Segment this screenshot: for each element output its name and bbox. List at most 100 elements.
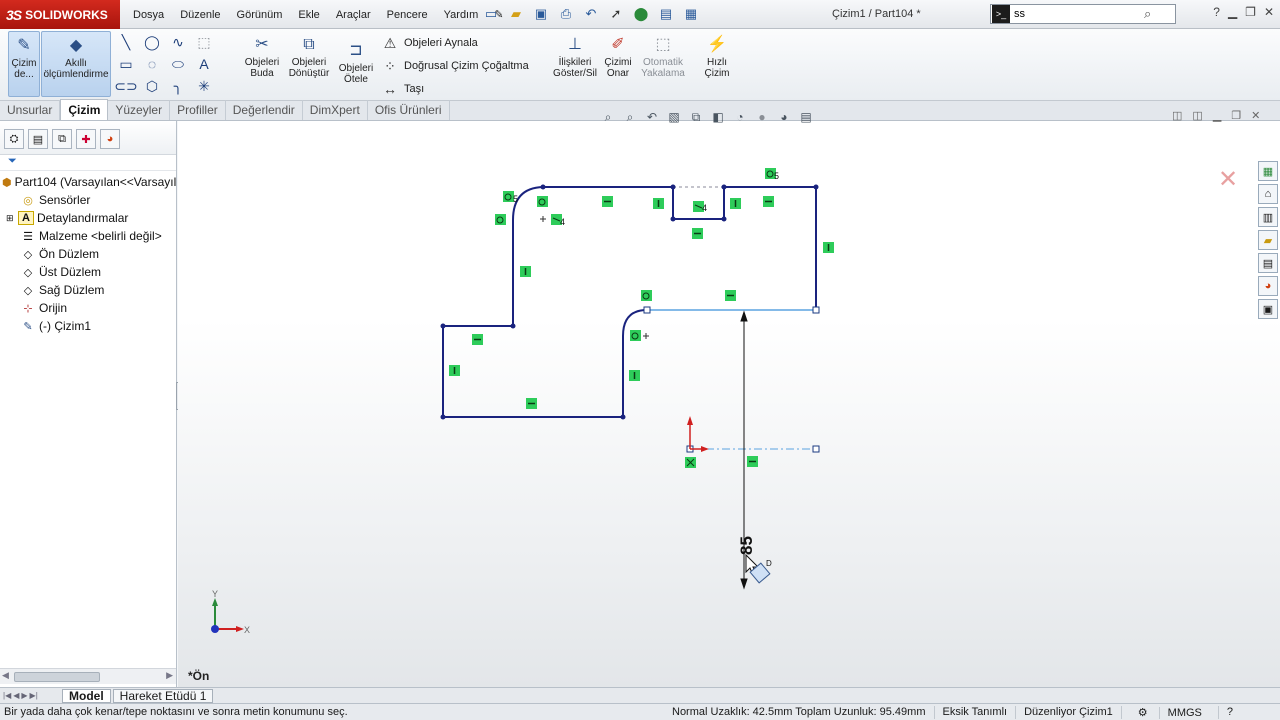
horizontal-relation-icon[interactable]: [692, 228, 703, 239]
property-manager-tab-icon[interactable]: ▤: [28, 129, 48, 149]
smart-dimension-button[interactable]: ◆ Akıllı ölçümlendirme: [41, 31, 111, 97]
arc-icon[interactable]: ◌: [142, 55, 162, 73]
text-icon[interactable]: A: [194, 55, 214, 73]
sketch-canvas[interactable]: 85 5 4 4 5 D Y X: [178, 121, 1280, 687]
graphics-area[interactable]: 85 5 4 4 5 D Y X *Ön ✕ ▦ ⌂ ▥ ▰ ▤ ◕ ▣: [178, 121, 1280, 687]
file-properties-icon[interactable]: ▤: [655, 4, 677, 24]
configuration-tab-icon[interactable]: ⧉: [52, 129, 72, 149]
horizontal-relation-icon[interactable]: [747, 456, 758, 467]
sketch-button[interactable]: ✎ Çizim de...: [8, 31, 40, 97]
tab-features[interactable]: Unsurlar: [0, 100, 61, 120]
convert-entities-button[interactable]: ⧉ Objeleri Dönüştür: [286, 31, 332, 97]
horizontal-relation-icon[interactable]: [763, 196, 774, 207]
repair-sketch-button[interactable]: ✐ Çizimi Onar: [602, 31, 634, 97]
sketch-point[interactable]: [540, 184, 546, 190]
tab-sketch[interactable]: Çizim: [60, 99, 109, 120]
tree-item-sketch1[interactable]: ✎ (-) Çizim1: [0, 317, 176, 335]
sketch-point[interactable]: [440, 414, 446, 420]
tree-item-sensors[interactable]: ◎ Sensörler: [0, 191, 176, 209]
design-library-tab-icon[interactable]: ▥: [1258, 207, 1278, 227]
units-indicator[interactable]: ⚙ MMGS: [1120, 706, 1218, 719]
window-restore-icon[interactable]: ❐: [1231, 109, 1241, 122]
dimension-text[interactable]: 85: [737, 536, 756, 555]
scroll-left-icon[interactable]: ◀: [2, 670, 9, 681]
coincident-relation-icon[interactable]: [685, 457, 696, 468]
tree-item-front-plane[interactable]: ◇ Ön Düzlem: [0, 245, 176, 263]
selected-point[interactable]: [643, 306, 651, 314]
mirror-entities-button[interactable]: ⚠ Objeleri Aynala: [380, 34, 478, 52]
tab-model[interactable]: Model: [62, 688, 111, 703]
tab-dimxpert[interactable]: DimXpert: [303, 100, 368, 120]
options-icon[interactable]: ▦: [680, 4, 702, 24]
tree-item-right-plane[interactable]: ◇ Sağ Düzlem: [0, 281, 176, 299]
rectangle-icon[interactable]: ▭: [116, 55, 136, 73]
fillet-icon[interactable]: ╮: [168, 77, 188, 95]
scroll-right-icon[interactable]: ▶: [166, 670, 173, 681]
search-input[interactable]: [1014, 8, 1144, 20]
save-icon[interactable]: ▣: [530, 4, 552, 24]
sketch-point[interactable]: [440, 323, 446, 329]
tree-horizontal-scrollbar[interactable]: ◀ ▶: [0, 668, 176, 684]
grid-icon[interactable]: ⬚: [194, 33, 214, 51]
tab-weldments[interactable]: Profiller: [170, 100, 226, 120]
view-orientation-icon[interactable]: ⧉: [686, 108, 706, 126]
scrollbar-thumb[interactable]: [14, 672, 100, 682]
horizontal-relation-icon[interactable]: [472, 334, 483, 345]
circle-icon[interactable]: ◯: [142, 33, 162, 51]
sketch-point[interactable]: [510, 323, 516, 329]
selected-point[interactable]: [812, 445, 820, 453]
appearances-tab-icon[interactable]: ◕: [1258, 276, 1278, 296]
view-settings-icon[interactable]: ▤: [796, 108, 816, 126]
menu-edit[interactable]: Düzenle: [172, 9, 228, 21]
horizontal-relation-icon[interactable]: [725, 290, 736, 301]
window-minimize-icon[interactable]: ▁: [1213, 109, 1221, 122]
sketch-point[interactable]: [813, 184, 819, 190]
display-style-icon[interactable]: ◧: [708, 108, 728, 126]
new-document-icon[interactable]: ▭: [480, 4, 502, 24]
menu-window[interactable]: Pencere: [379, 9, 436, 21]
sketch-point[interactable]: [670, 216, 676, 222]
zoom-area-icon[interactable]: ⌕: [620, 108, 640, 126]
next-tab-icon[interactable]: ▶: [21, 691, 27, 700]
restore-icon[interactable]: ❐: [1245, 5, 1256, 19]
rapid-sketch-button[interactable]: ⚡ Hızlı Çizim: [694, 31, 740, 97]
exit-sketch-icon[interactable]: ✕: [1218, 165, 1238, 194]
help-status-icon[interactable]: ?: [1217, 706, 1241, 719]
sketch-point[interactable]: [721, 184, 727, 190]
tree-item-annotations[interactable]: ⊞ A Detaylandırmalar: [0, 209, 176, 227]
tab-office-products[interactable]: Ofis Ürünleri: [368, 100, 450, 120]
last-tab-icon[interactable]: ▶|: [30, 691, 38, 700]
section-view-icon[interactable]: ▧: [664, 108, 684, 126]
menu-help[interactable]: Yardım: [436, 9, 487, 21]
vertical-relation-icon[interactable]: [730, 198, 741, 209]
filter-icon[interactable]: ⏷: [8, 155, 17, 167]
search-box[interactable]: >_ ⌕: [990, 4, 1176, 24]
minimize-icon[interactable]: ▁: [1228, 5, 1237, 19]
sketch-origin-icon[interactable]: [687, 416, 709, 452]
vertical-relation-icon[interactable]: [520, 266, 531, 277]
view-palette-tab-icon[interactable]: ▤: [1258, 253, 1278, 273]
solidworks-logo[interactable]: 3S SOLIDWORKS: [0, 0, 120, 29]
display-manager-tab-icon[interactable]: ◕: [100, 129, 120, 149]
horizontal-relation-icon[interactable]: [602, 196, 613, 207]
horizontal-relation-icon[interactable]: [526, 398, 537, 409]
line-icon[interactable]: ╲: [116, 33, 136, 51]
sketch-edge-left-top[interactable]: [443, 186, 673, 327]
print-icon[interactable]: ⎙: [555, 4, 577, 24]
first-tab-icon[interactable]: |◀: [3, 691, 11, 700]
split-icon[interactable]: ◫: [1192, 109, 1202, 122]
tangent-relation-icon[interactable]: [495, 214, 506, 225]
polygon-icon[interactable]: ⬡: [142, 77, 162, 95]
undo-icon[interactable]: ↶: [580, 4, 602, 24]
prev-tab-icon[interactable]: ◀: [13, 691, 19, 700]
sketch-point[interactable]: [620, 414, 626, 420]
ellipse-icon[interactable]: ⬭: [168, 55, 188, 73]
quick-snaps-button[interactable]: ⬚ Otomatik Yakalama: [638, 31, 688, 97]
tree-item-material[interactable]: ☰ Malzeme <belirli değil>: [0, 227, 176, 245]
custom-properties-tab-icon[interactable]: ▣: [1258, 299, 1278, 319]
file-explorer-tab-icon[interactable]: ▰: [1258, 230, 1278, 250]
expand-icon[interactable]: ⊞: [6, 213, 18, 224]
dimxpert-tab-icon[interactable]: ✚: [76, 129, 96, 149]
sketch-point[interactable]: [721, 216, 727, 222]
select-arrow-icon[interactable]: ➚: [605, 4, 627, 24]
